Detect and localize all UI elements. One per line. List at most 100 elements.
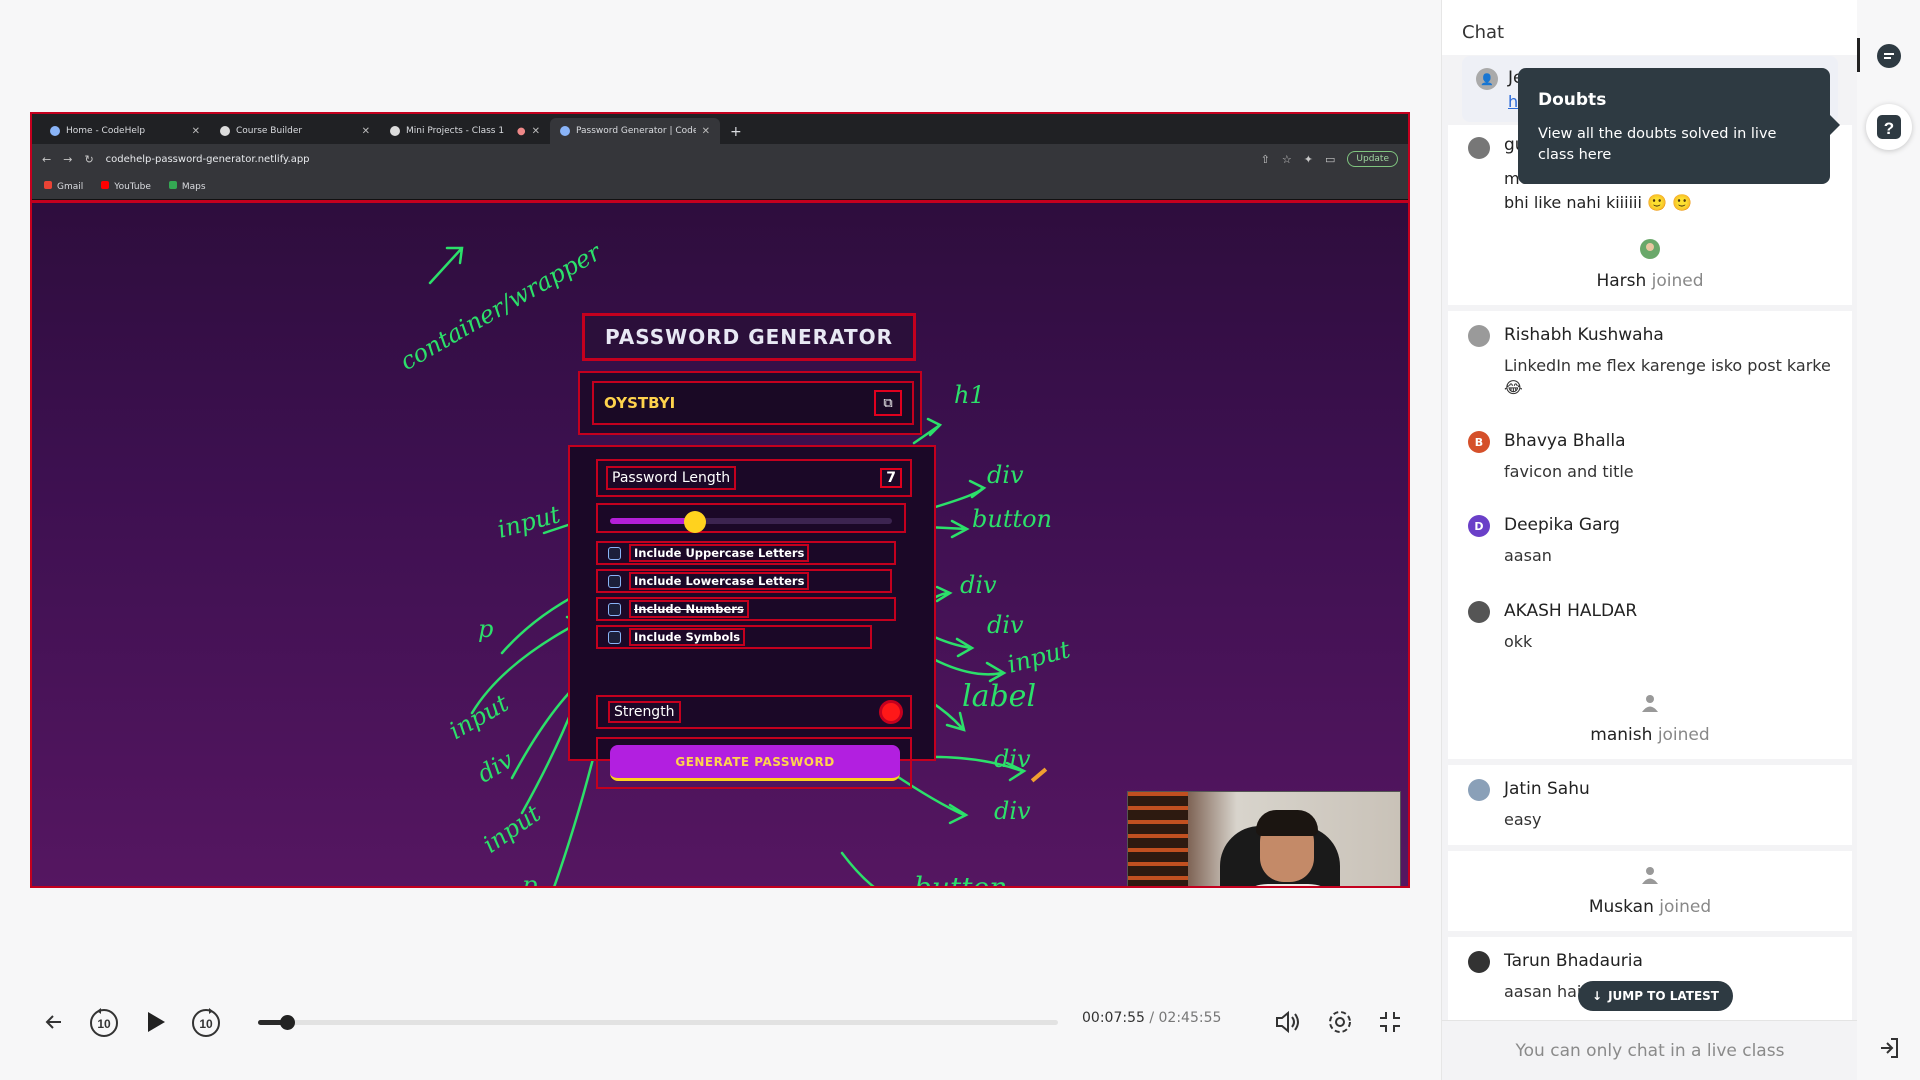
message-text: okk [1504,632,1533,651]
rewind-10-button[interactable]: 10 [84,1002,124,1042]
back-button[interactable] [34,1002,74,1042]
play-button[interactable] [136,1002,176,1042]
option-label: Include Numbers [629,600,749,618]
browser-tab: Home - CodeHelp ✕ [40,118,210,144]
chat-title: Chat [1462,22,1505,43]
volume-button[interactable] [1268,1002,1308,1042]
option-label: Include Symbols [629,628,746,646]
close-icon: ✕ [361,125,370,137]
new-tab-icon: + [730,124,742,140]
address-bar-row: ← → ↻ codehelp-password-generator.netlif… [32,144,1408,174]
avatar: 👤 [1476,68,1498,90]
tooltip-text: View all the doubts solved in live class… [1538,126,1777,163]
bookmarks-bar: Gmail YouTube Maps [32,174,1408,200]
seek-bar[interactable] [258,1015,1058,1030]
length-slider [596,503,906,533]
message-text: bhi like nahi kiiiiii 🙂 🙂 [1504,193,1692,212]
time-display: 00:07:55 / 02:45:55 [1082,1010,1222,1026]
checkbox-icon [608,546,621,560]
chat-messages[interactable]: 👤 Je h gu me bhi like nahi kiiiiii 🙂 🙂 H… [1442,55,1858,1020]
svg-text:10: 10 [97,1017,111,1031]
message-text: aasan [1504,546,1552,565]
message-link[interactable]: h [1508,92,1518,111]
tooltip-title: Doubts [1538,90,1607,110]
gear-icon [1329,1011,1351,1033]
back-icon: ← [42,152,52,166]
annotation-div: div [994,797,1031,825]
message-author: Jatin Sahu [1504,779,1590,799]
password-output: OYSTBYI ⧉ [592,381,914,425]
address-bar: codehelp-password-generator.netlify.app [105,153,310,165]
arrow-left-icon [45,1015,61,1029]
active-indicator [1857,38,1860,72]
close-icon: ✕ [701,125,710,137]
message-author: Rishabh Kushwaha [1504,325,1664,345]
seek-handle[interactable] [279,1015,295,1030]
extensions-icon: ✦ [1303,152,1313,166]
option-numbers: Include Numbers [596,597,896,621]
password-output-wrapper: OYSTBYI ⧉ [578,371,922,435]
chat-message: B Bhavya Bhalla favicon and title [1448,417,1852,497]
annotation-p: p [478,615,494,643]
favicon-icon [560,126,570,136]
avatar: B [1468,431,1490,453]
exit-fullscreen-icon [1380,1012,1400,1032]
chat-disabled-notice: You can only chat in a live class [1442,1020,1858,1080]
forward-icon: → [63,152,73,166]
checkbox-icon [608,574,621,588]
close-icon: ✕ [531,125,540,137]
exit-fullscreen-button[interactable] [1370,1002,1410,1042]
browser-tab: Course Builder ✕ [210,118,380,144]
user-avatar-icon [1640,239,1660,259]
avatar [1468,601,1490,623]
sidepanel-icon: ▭ [1324,152,1336,166]
rewind-10-icon: 10 [90,1008,118,1037]
message-author: Deepika Garg [1504,515,1620,535]
doubts-button[interactable]: ? [1866,104,1912,150]
settings-box: Password Length 7 Include Uppercase Lett… [568,445,936,789]
jump-to-latest-button[interactable]: ↓ JUMP TO LATEST [1578,981,1733,1011]
bookmark-maps: Maps [168,181,206,192]
length-label: Password Length [606,466,737,490]
chat-toggle-button[interactable] [1869,36,1909,76]
chat-message: AKASH HALDAR okk [1448,587,1852,667]
bookmark-youtube: YouTube [101,181,151,192]
star-icon: ☆ [1281,152,1292,166]
doubts-tooltip: Doubts View all the doubts solved in liv… [1518,68,1840,184]
option-lowercase: Include Lowercase Letters [596,569,892,593]
option-label: Include Lowercase Letters [629,572,810,590]
chat-message: D Deepika Garg aasan [1448,501,1852,581]
tab-label: Course Builder [236,126,303,136]
avatar [1468,951,1490,973]
message-text: easy [1504,810,1542,829]
avatar [1468,325,1490,347]
message-text: LinkedIn me flex karenge isko post karke… [1504,356,1831,397]
chat-message: Jatin Sahu easy [1448,765,1852,845]
side-rail: ? [1857,0,1920,1080]
chat-message-group: Rishabh Kushwaha LinkedIn me flex kareng… [1448,311,1852,727]
chat-icon [1877,44,1901,68]
length-row: Password Length 7 [596,459,912,497]
slider-knob [683,511,706,533]
message-author: Tarun Bhadauria [1504,951,1643,971]
favicon-icon [220,126,230,136]
video-player[interactable]: Home - CodeHelp ✕ Course Builder ✕ Mini Pr… [30,112,1410,888]
browser-tabs: Home - CodeHelp ✕ Course Builder ✕ Mini Pr… [32,114,1408,144]
join-event: Harsh joined [1448,225,1852,305]
forward-10-button[interactable]: 10 [186,1002,226,1042]
avatar: D [1468,515,1490,537]
bookmark-gmail: Gmail [44,181,83,192]
annotation-div: div [987,461,1024,489]
svg-text:?: ? [1884,119,1894,138]
browser-tab-active: Password Generator | CodeHe ✕ [550,118,720,144]
option-symbols: Include Symbols [596,625,872,649]
generate-password-button: GENERATE PASSWORD [610,745,900,781]
annotation-div: div [987,611,1024,639]
checkbox-icon [608,630,621,644]
arrow-down-icon: ↓ [1592,989,1603,1003]
user-icon [1642,867,1658,884]
app-title: PASSWORD GENERATOR [582,313,916,361]
annotation-button: button [914,871,1008,888]
settings-button[interactable] [1320,1002,1360,1042]
leave-button[interactable] [1869,1028,1909,1068]
